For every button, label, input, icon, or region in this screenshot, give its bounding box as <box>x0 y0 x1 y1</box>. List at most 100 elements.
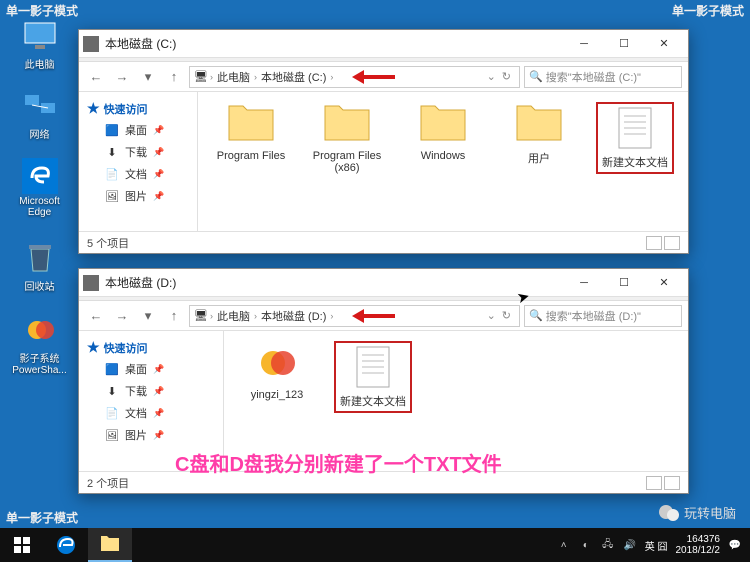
drive-icon <box>83 275 99 291</box>
window-title: 本地磁盘 (D:) <box>105 274 564 291</box>
sidebar-item-documents[interactable]: 📄文档 📌 <box>79 402 223 424</box>
pin-icon: 📌 <box>153 408 164 419</box>
network-icon <box>22 88 58 124</box>
desktop-icon: 🟦 <box>105 362 119 376</box>
address-bar: ← → ▾ ↑ 🖥› 此电脑› 本地磁盘 (C:)› ⌄ ↻ 🔍 搜索"本地磁盘… <box>79 62 688 92</box>
recent-button[interactable]: ▾ <box>137 66 159 88</box>
taskbar: ˄ ◐ 🖧 🔊 英 囧 164376 2018/12/2 💬 <box>0 528 750 562</box>
drive-icon <box>83 36 99 52</box>
up-button[interactable]: ↑ <box>163 305 185 327</box>
close-button[interactable]: ✕ <box>644 269 684 297</box>
folder-icon <box>511 102 567 146</box>
chevron-down-icon[interactable]: ⌄ <box>487 70 496 83</box>
pin-icon: 📌 <box>153 169 164 180</box>
desktop-shadow[interactable]: 影子系统 PowerSha... <box>12 312 67 376</box>
system-tray: ˄ ◐ 🖧 🔊 英 囧 164376 2018/12/2 💬 <box>549 534 750 556</box>
desktop-this-pc[interactable]: 此电脑 <box>12 18 67 71</box>
sidebar-item-desktop[interactable]: 🟦桌面 📌 <box>79 358 223 380</box>
app-icon <box>249 341 305 385</box>
pic-icon: 🖼 <box>105 189 119 203</box>
forward-button[interactable]: → <box>111 305 133 327</box>
pin-icon: 📌 <box>153 191 164 202</box>
download-icon: ⬇ <box>105 384 119 398</box>
search-input[interactable]: 🔍 搜索"本地磁盘 (C:)" <box>524 66 682 88</box>
doc-icon: 📄 <box>105 167 119 181</box>
folder-users[interactable]: 用户 <box>500 102 578 166</box>
txt-icon <box>607 106 663 150</box>
recycle-icon <box>22 240 58 276</box>
search-icon: 🔍 <box>529 70 543 83</box>
folder-icon <box>415 102 471 146</box>
maximize-button[interactable]: ☐ <box>604 269 644 297</box>
minimize-button[interactable]: ─ <box>564 30 604 58</box>
taskbar-explorer[interactable] <box>88 528 132 562</box>
sidebar-item-pictures[interactable]: 🖼图片 📌 <box>79 185 197 207</box>
watermark-tl: 单一影子模式 <box>6 2 78 19</box>
file-yingzi[interactable]: yingzi_123 <box>238 341 316 401</box>
tray-volume-icon[interactable]: 🔊 <box>623 538 637 552</box>
chevron-down-icon[interactable]: ⌄ <box>487 309 496 322</box>
sidebar-item-pictures[interactable]: 🖼图片 📌 <box>79 424 223 446</box>
view-controls[interactable] <box>646 236 680 250</box>
sidebar-quick-access[interactable]: ★快速访问 <box>79 98 197 119</box>
sidebar-item-documents[interactable]: 📄文档 📌 <box>79 163 197 185</box>
item-count: 5 个项目 <box>87 235 129 251</box>
status-bar: 5 个项目 <box>79 231 688 253</box>
file-new-txt[interactable]: 新建文本文档 <box>334 341 412 413</box>
desktop-edge[interactable]: Microsoft Edge <box>12 158 67 218</box>
search-input[interactable]: 🔍 搜索"本地磁盘 (D:)" <box>524 305 682 327</box>
breadcrumb[interactable]: 🖥› 此电脑› 本地磁盘 (C:)› ⌄ ↻ <box>189 66 520 88</box>
pin-icon: 📌 <box>153 147 164 158</box>
sidebar-item-desktop[interactable]: 🟦桌面 📌 <box>79 119 197 141</box>
annotation-text: C盘和D盘我分别新建了一个TXT文件 <box>175 448 502 477</box>
sidebar-item-downloads[interactable]: ⬇下载 📌 <box>79 141 197 163</box>
tray-clock[interactable]: 164376 2018/12/2 <box>676 534 721 556</box>
titlebar[interactable]: 本地磁盘 (C:) ─ ☐ ✕ <box>79 30 688 58</box>
close-button[interactable]: ✕ <box>644 30 684 58</box>
pin-icon: 📌 <box>153 386 164 397</box>
maximize-button[interactable]: ☐ <box>604 30 644 58</box>
desktop-icon: 🟦 <box>105 123 119 137</box>
star-icon: ★ <box>87 100 100 117</box>
tray-notifications-icon[interactable]: 💬 <box>728 538 742 552</box>
recent-button[interactable]: ▾ <box>137 305 159 327</box>
folder-program-files[interactable]: Program Files <box>212 102 290 162</box>
tray-ime[interactable]: 英 囧 <box>645 538 668 553</box>
pin-icon: 📌 <box>153 430 164 441</box>
desktop-network[interactable]: 网络 <box>12 88 67 141</box>
up-button[interactable]: ↑ <box>163 66 185 88</box>
refresh-icon[interactable]: ↻ <box>502 309 511 322</box>
minimize-button[interactable]: ─ <box>564 269 604 297</box>
tray-app-icon[interactable]: ◐ <box>579 538 593 552</box>
watermark-bl: 单一影子模式 <box>6 509 78 526</box>
folder-icon <box>319 102 375 146</box>
pin-icon: 📌 <box>153 125 164 136</box>
address-bar: ← → ▾ ↑ 🖥› 此电脑› 本地磁盘 (D:)› ⌄ ↻ 🔍 搜索"本地磁盘… <box>79 301 688 331</box>
back-button[interactable]: ← <box>85 305 107 327</box>
tray-network-icon[interactable]: 🖧 <box>601 538 615 552</box>
breadcrumb[interactable]: 🖥› 此电脑› 本地磁盘 (D:)› ⌄ ↻ <box>189 305 520 327</box>
pc-icon: 🖥 <box>194 70 208 83</box>
tray-up-icon[interactable]: ˄ <box>557 538 571 552</box>
desktop-recycle[interactable]: 回收站 <box>12 240 67 293</box>
file-new-txt[interactable]: 新建文本文档 <box>596 102 674 174</box>
folder-program-files-x86[interactable]: Program Files (x86) <box>308 102 386 174</box>
pc-icon <box>22 18 58 54</box>
star-icon: ★ <box>87 339 100 356</box>
sidebar-item-downloads[interactable]: ⬇下载 📌 <box>79 380 223 402</box>
folder-windows[interactable]: Windows <box>404 102 482 162</box>
item-count: 2 个项目 <box>87 475 129 491</box>
back-button[interactable]: ← <box>85 66 107 88</box>
annotation-arrow <box>345 309 395 323</box>
start-button[interactable] <box>0 528 44 562</box>
taskbar-edge[interactable] <box>44 528 88 562</box>
sidebar-quick-access[interactable]: ★快速访问 <box>79 337 223 358</box>
titlebar[interactable]: 本地磁盘 (D:) ─ ☐ ✕ <box>79 269 688 297</box>
view-controls[interactable] <box>646 476 680 490</box>
sidebar: ★快速访问 🟦桌面 📌 ⬇下载 📌 📄文档 📌 🖼图片 📌 <box>79 92 198 231</box>
file-list[interactable]: Program Files Program Files (x86) Window… <box>198 92 688 231</box>
refresh-icon[interactable]: ↻ <box>502 70 511 83</box>
forward-button[interactable]: → <box>111 66 133 88</box>
annotation-arrow <box>345 70 395 84</box>
search-icon: 🔍 <box>529 309 543 322</box>
